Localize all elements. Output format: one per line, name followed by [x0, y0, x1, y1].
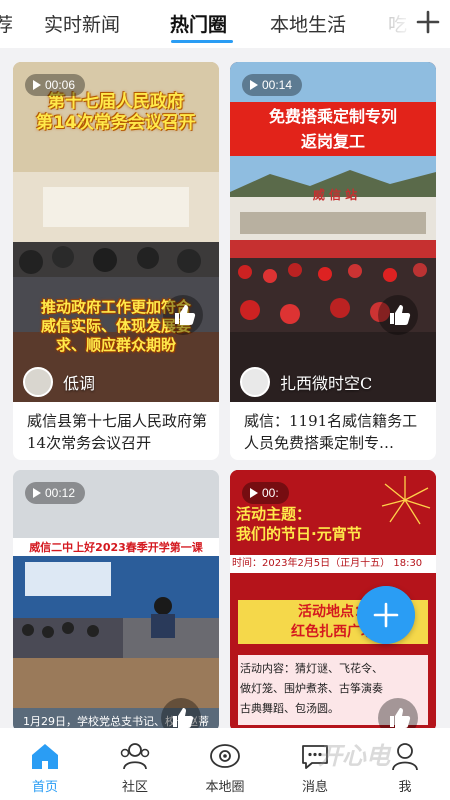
- profile-icon: [392, 743, 418, 771]
- video-card[interactable]: 免费搭乘定制专列 返岗复工 威 信 站 00:14 扎西微时空C 威信：1191…: [230, 62, 436, 460]
- play-icon: [33, 488, 41, 498]
- video-thumbnail: 第十七届人民政府 第14次常务会议召开 推动政府工作更加符合 威信实际、体现发展…: [13, 62, 219, 402]
- video-thumbnail: 威信二中上好2023春季开学第一课 1月29日，学校党总支书记、校长赵蒂 00:…: [13, 470, 219, 732]
- tab-local-life[interactable]: 本地生活: [270, 10, 346, 37]
- author-name: 扎西微时空C: [280, 374, 373, 393]
- video-duration: 00:14: [242, 74, 303, 96]
- card-caption: 威信：1191名威信籍务工人员免费搭乘定制专…: [244, 412, 418, 452]
- video-duration: 00:06: [25, 74, 86, 96]
- nav-home[interactable]: 首页: [0, 728, 90, 800]
- headline-top: 免费搭乘定制专列 返岗复工: [268, 107, 397, 151]
- tab-fade: [380, 0, 414, 46]
- nav-community[interactable]: 社区: [90, 728, 180, 800]
- station-sign: 威 信 站: [312, 188, 358, 202]
- video-duration: 00:: [242, 482, 289, 504]
- author-row[interactable]: 低调: [23, 365, 95, 399]
- author-row[interactable]: 扎西微时空C: [240, 365, 372, 399]
- play-icon: [33, 80, 41, 90]
- author-name: 低调: [63, 374, 96, 393]
- card-caption: 威信县第十七届人民政府第14次常务会议召开: [27, 412, 207, 452]
- tab-realtime-news[interactable]: 实时新闻: [44, 10, 120, 37]
- active-tab-indicator: [171, 40, 233, 43]
- headline-top: 威信二中上好2023春季开学第一课: [29, 541, 203, 554]
- thumbs-up-icon[interactable]: [378, 295, 418, 335]
- home-icon: [32, 744, 58, 769]
- video-thumbnail: 免费搭乘定制专列 返岗复工 威 信 站 00:14 扎西微时空C: [230, 62, 436, 402]
- tab-hot-circle[interactable]: 热门圈: [170, 10, 227, 37]
- top-tab-bar: 荐 实时新闻 热门圈 本地生活 吃: [0, 0, 450, 48]
- video-card[interactable]: 第十七届人民政府 第14次常务会议召开 推动政府工作更加符合 威信实际、体现发展…: [13, 62, 219, 460]
- video-card[interactable]: 威信二中上好2023春季开学第一课 1月29日，学校党总支书记、校长赵蒂 00:…: [13, 470, 219, 732]
- community-icon: [120, 743, 150, 770]
- thumbs-up-icon[interactable]: [378, 698, 418, 732]
- event-date: 时间：2023年2月5日（正月十五） 18:30: [232, 558, 423, 569]
- thumbs-up-icon[interactable]: [163, 295, 203, 335]
- nav-label: 本地圈: [205, 780, 245, 795]
- nav-label: 首页: [31, 780, 58, 795]
- avatar: [240, 367, 270, 397]
- play-icon: [250, 488, 258, 498]
- nav-label: 消息: [301, 780, 328, 795]
- thumbs-up-icon[interactable]: [161, 698, 201, 732]
- video-duration: 00:12: [25, 482, 86, 504]
- play-icon: [250, 80, 258, 90]
- headline-top: 活动主题： 我们的节日·元宵节: [236, 505, 362, 543]
- local-circle-icon: [210, 744, 240, 768]
- add-tab-icon[interactable]: [414, 8, 442, 36]
- tab-recommend[interactable]: 荐: [0, 10, 13, 37]
- school-photo: [13, 470, 219, 732]
- nav-local-circle[interactable]: 本地圈: [180, 728, 270, 800]
- create-post-button[interactable]: [357, 586, 415, 644]
- avatar: [23, 367, 53, 397]
- nav-label: 社区: [121, 780, 148, 795]
- headline-top: 第十七届人民政府 第14次常务会议召开: [36, 92, 196, 133]
- nav-label: 我: [398, 780, 412, 795]
- watermark-logo: 开心电: [318, 742, 390, 770]
